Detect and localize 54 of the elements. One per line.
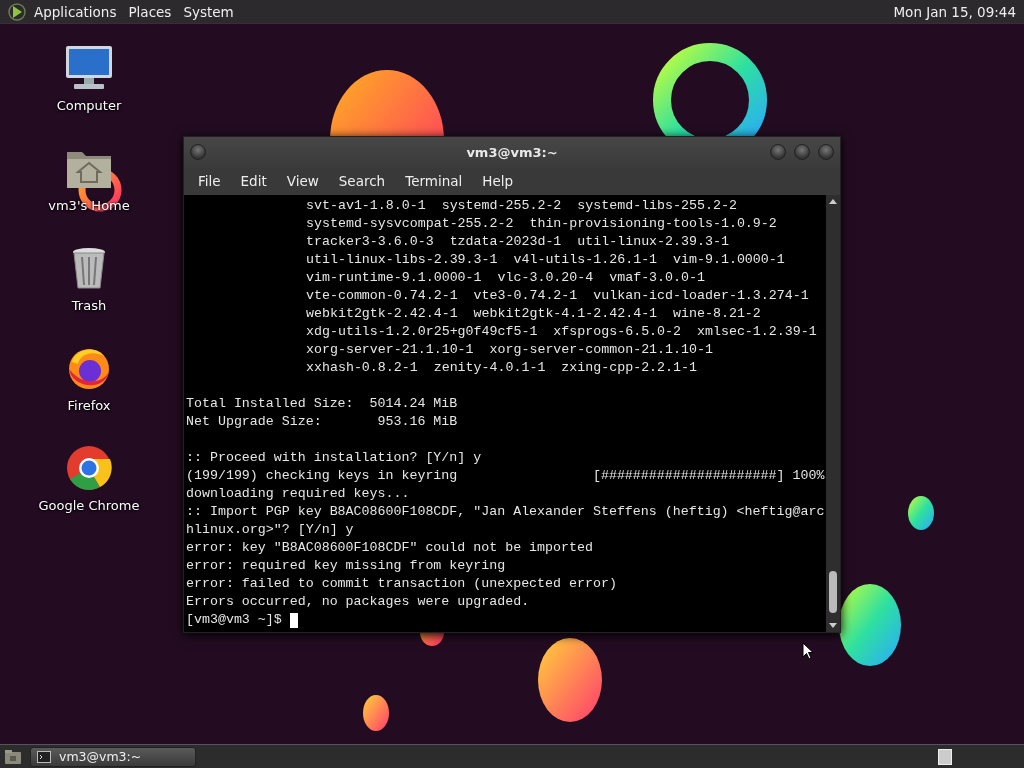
- terminal-icon: [37, 751, 51, 763]
- terminal-line: webkit2gtk-2.42.4-1 webkit2gtk-4.1-2.42.4-1 wine-8.21-2: [306, 305, 761, 323]
- terminal-line: error: required key missing from keyring: [186, 557, 506, 575]
- taskbar-button[interactable]: vm3@vm3:~: [30, 747, 196, 767]
- terminal-line: svt-av1-1.8.0-1 systemd-255.2-2 systemd-libs-255.2-2: [306, 197, 737, 215]
- text-cursor: [289, 612, 298, 628]
- terminal-line: util-linux-libs-2.39.3-1 v4l-utils-1.26.1-1 vim-9.1.0000-1: [306, 251, 785, 269]
- close-button[interactable]: [818, 144, 834, 160]
- terminal-line: :: Import PGP key B8AC08600F108CDF, "Jan Alexander Steffens (heftig) <heftig@arc: [186, 503, 825, 521]
- panel-menu[interactable]: Applications: [28, 0, 123, 24]
- icon-label: Trash: [71, 297, 107, 315]
- scroll-down-icon[interactable]: [829, 621, 837, 629]
- menu-logo-icon[interactable]: [6, 1, 28, 22]
- terminal-line: xxhash-0.8.2-1 zenity-4.0.1-1 zxing-cpp-2.2.1-1: [306, 359, 697, 377]
- terminal-line: downloading required keys...: [186, 485, 410, 503]
- show-desktop-icon[interactable]: [4, 748, 22, 765]
- scrollbar-thumb[interactable]: [829, 571, 837, 613]
- workspace-switcher[interactable]: [938, 748, 952, 765]
- shell-prompt: [vm3@vm3 ~]$: [186, 611, 282, 629]
- window-title: vm3@vm3:~: [466, 143, 558, 162]
- icon-label: Computer: [56, 97, 122, 115]
- terminal-line: Net Upgrade Size: 953.16 MiB: [186, 413, 458, 431]
- terminal-line: error: failed to commit transaction (unexpected error): [186, 575, 617, 593]
- chrome-icon[interactable]: [64, 444, 114, 492]
- terminal-line: systemd-sysvcompat-255.2-2 thin-provisioning-tools-1.0.9-2: [306, 215, 777, 233]
- mouse-cursor-icon: [802, 642, 814, 660]
- menu-item[interactable]: View: [276, 168, 329, 195]
- panel-menu[interactable]: Places: [122, 0, 178, 24]
- scrollbar[interactable]: [826, 195, 840, 632]
- terminal-line: error: key "B8AC08600F108CDF" could not be imported: [186, 539, 593, 557]
- terminal-line: (199/199) checking keys in keyring [######################] 100%: [186, 467, 825, 485]
- menu-item[interactable]: Terminal: [395, 168, 473, 195]
- terminal-line: xorg-server-21.1.10-1 xorg-server-common-21.1.10-1: [306, 341, 713, 359]
- menu-item[interactable]: Help: [472, 168, 524, 195]
- scroll-up-icon[interactable]: [829, 198, 837, 206]
- clock[interactable]: Mon Jan 15, 09:44: [887, 0, 1024, 24]
- terminal-line: vte-common-0.74.2-1 vte3-0.74.2-1 vulkan-icd-loader-1.3.274-1: [306, 287, 809, 305]
- terminal-line: :: Proceed with installation? [Y/n] y: [186, 449, 482, 467]
- terminal-line: hlinux.org>"? [Y/n] y: [186, 521, 354, 539]
- computer-icon[interactable]: [64, 44, 114, 92]
- terminal-line: vim-runtime-9.1.0000-1 vlc-3.0.20-4 vmaf-3.0.0-1: [306, 269, 705, 287]
- terminal-line: Errors occurred, no packages were upgraded.: [186, 593, 530, 611]
- terminal-line: xdg-utils-1.2.0r25+g0f49cf5-1 xfsprogs-6.5.0-2 xmlsec-1.2.39-1: [306, 323, 817, 341]
- menu-item[interactable]: Edit: [230, 168, 277, 195]
- icon-label: Firefox: [67, 397, 111, 415]
- menu-item[interactable]: File: [188, 168, 231, 195]
- menu-item[interactable]: Search: [328, 168, 396, 195]
- minimize-button[interactable]: [770, 144, 786, 160]
- maximize-button[interactable]: [794, 144, 810, 160]
- terminal-line: Total Installed Size: 5014.24 MiB: [186, 395, 458, 413]
- terminal-line: tracker3-3.6.0-3 tzdata-2023d-1 util-linux-2.39.3-1: [306, 233, 729, 251]
- panel-menu[interactable]: System: [177, 0, 240, 24]
- icon-label: Google Chrome: [38, 497, 140, 515]
- window-menu-button[interactable]: [190, 144, 206, 160]
